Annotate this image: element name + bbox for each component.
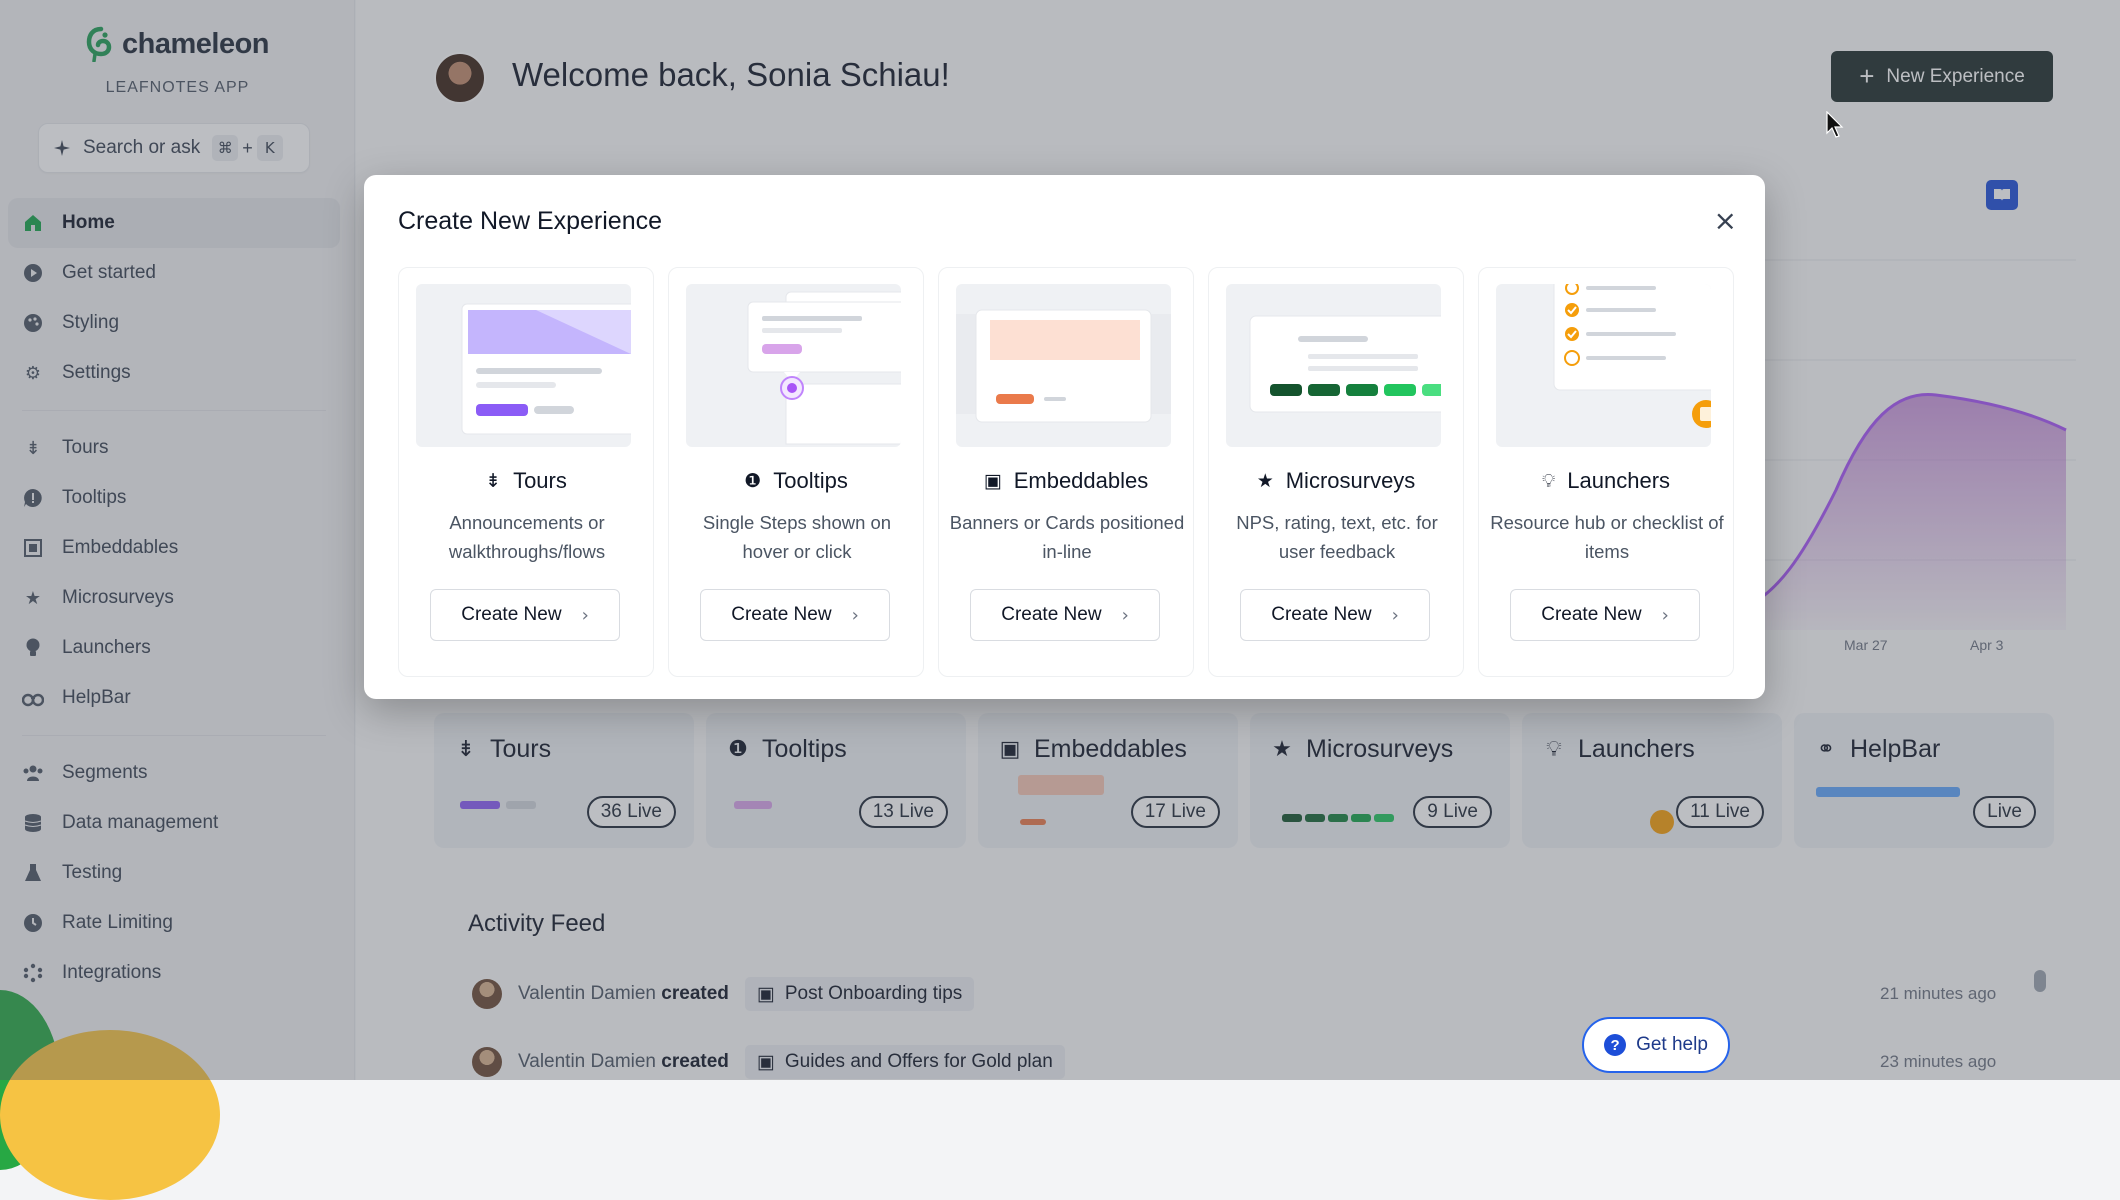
create-new-button[interactable]: Create New ›	[1510, 589, 1700, 641]
bulb-icon: 💡︎	[1541, 470, 1556, 492]
get-help-label: Get help	[1636, 1034, 1708, 1055]
create-new-label: Create New	[461, 604, 562, 625]
close-icon[interactable]: ×	[1714, 207, 1737, 235]
option-name: Launchers	[1567, 468, 1671, 493]
microsurveys-illustration	[1226, 284, 1441, 447]
tours-illustration	[416, 284, 631, 447]
option-tooltips[interactable]: ❶ Tooltips Single Steps shown on hover or…	[668, 267, 924, 677]
tooltips-illustration	[686, 284, 901, 447]
chevron-right-icon: ›	[1391, 604, 1399, 626]
option-description: Resource hub or checklist of items	[1490, 512, 1724, 562]
option-description: Banners or Cards positioned in-line	[949, 512, 1185, 562]
tooltip-icon: ❶	[744, 470, 762, 492]
chevron-right-icon: ›	[1661, 604, 1669, 626]
launchers-illustration	[1496, 284, 1711, 447]
create-new-button[interactable]: Create New ›	[1240, 589, 1430, 641]
option-tours[interactable]: ⇟ Tours Announcements or walkthroughs/flo…	[398, 267, 654, 677]
option-name: Tours	[513, 468, 567, 493]
embed-icon: ▣	[983, 470, 1002, 492]
create-new-button[interactable]: Create New ›	[970, 589, 1160, 641]
option-description: Announcements or walkthroughs/flows	[448, 512, 606, 562]
option-description: Single Steps shown on hover or click	[702, 512, 892, 562]
option-launchers[interactable]: 💡︎ Launchers Resource hub or checklist of…	[1478, 267, 1734, 677]
question-icon: ?	[1604, 1034, 1627, 1056]
chevron-right-icon: ›	[1121, 604, 1129, 626]
option-name: Tooltips	[773, 468, 848, 493]
option-description: NPS, rating, text, etc. for user feedbac…	[1236, 512, 1438, 562]
create-new-label: Create New	[731, 604, 832, 625]
option-name: Microsurveys	[1285, 468, 1416, 493]
create-new-button[interactable]: Create New ›	[700, 589, 890, 641]
star-icon: ★	[1256, 470, 1274, 492]
option-name: Embeddables	[1013, 468, 1149, 493]
option-embeddables[interactable]: ▣ Embeddables Banners or Cards positioned…	[938, 267, 1194, 677]
get-help-button[interactable]: ? Get help	[1582, 1017, 1730, 1073]
chevron-right-icon: ›	[581, 604, 589, 626]
create-experience-modal: Create New Experience × ⇟ Tours Announcem…	[364, 175, 1765, 699]
create-new-button[interactable]: Create New ›	[430, 589, 620, 641]
create-new-label: Create New	[1541, 604, 1642, 625]
modal-title: Create New Experience	[398, 207, 663, 235]
chevron-right-icon: ›	[851, 604, 859, 626]
create-new-label: Create New	[1271, 604, 1372, 625]
mouse-cursor-icon	[1826, 111, 1844, 138]
embeddables-illustration	[956, 284, 1171, 447]
signpost-icon: ⇟	[485, 470, 502, 492]
create-new-label: Create New	[1001, 604, 1102, 625]
option-microsurveys[interactable]: ★ Microsurveys NPS, rating, text, etc. fo…	[1208, 267, 1464, 677]
